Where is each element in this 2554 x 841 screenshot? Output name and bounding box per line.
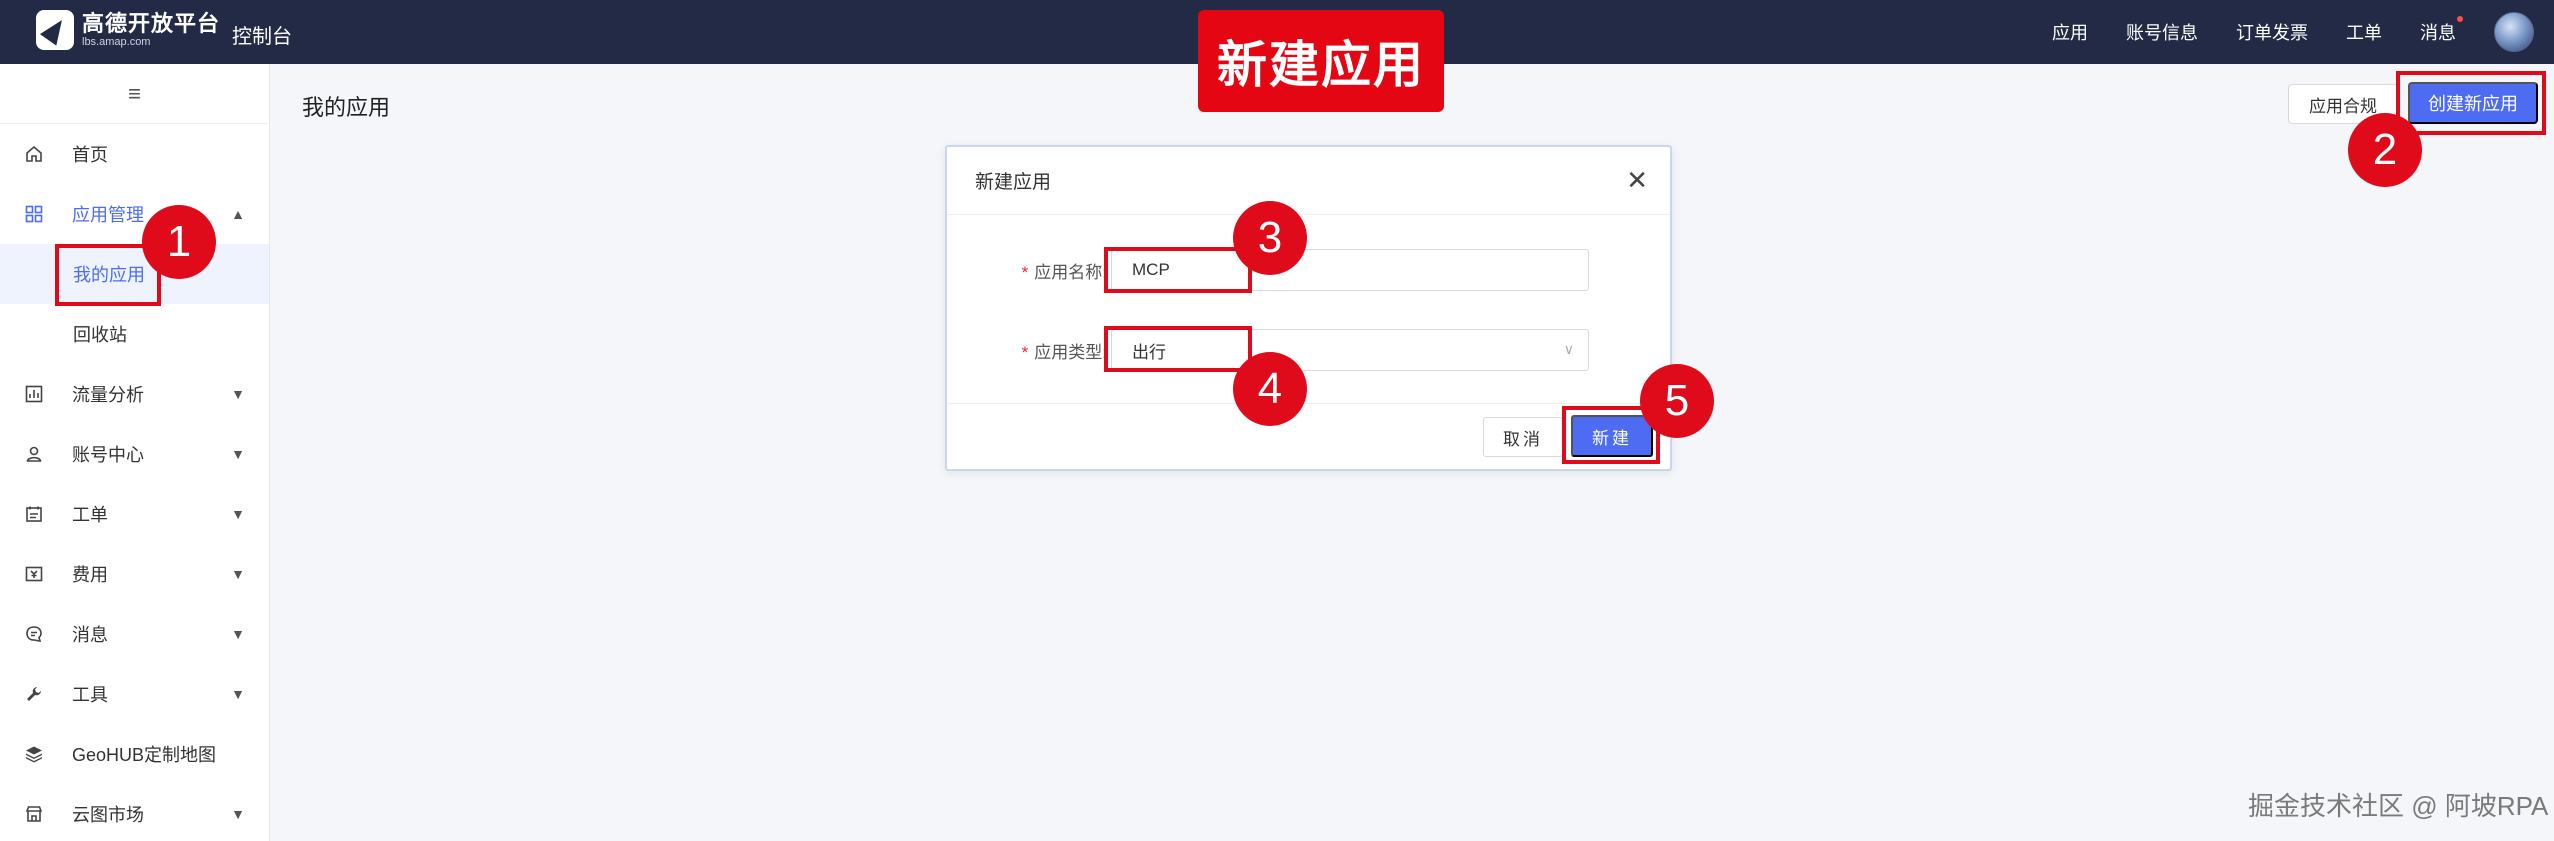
annotation-number-3: 3 — [1233, 201, 1307, 275]
sidebar-item-label: 工单 — [72, 505, 108, 525]
sidebar-item-label: GeoHUB定制地图 — [72, 745, 217, 765]
fee-icon — [24, 564, 44, 584]
sidebar-subitem-recycle-bin[interactable]: 回收站 — [0, 304, 269, 364]
chevron-down-icon: ▼ — [231, 506, 245, 522]
sidebar-item-label: 云图市场 — [72, 805, 144, 825]
annotation-number-4: 4 — [1233, 352, 1307, 426]
sidebar-item-geohub[interactable]: GeoHUB定制地图 — [0, 724, 269, 784]
menu-collapse-icon[interactable]: ≡ — [0, 64, 269, 124]
sidebar-item-app-management[interactable]: 应用管理 ▲ — [0, 184, 269, 244]
chevron-down-icon: ▼ — [231, 386, 245, 402]
avatar[interactable] — [2494, 12, 2534, 52]
sidebar-item-label: 应用管理 — [72, 205, 144, 225]
app-name-label: * 应用名称: — [947, 258, 1107, 283]
amap-logo[interactable]: 高德开放平台 lbs.amap.com — [36, 10, 220, 50]
dialog-header: 新建应用 ✕ — [947, 147, 1670, 215]
sidebar-item-label: 工具 — [72, 685, 108, 705]
sidebar-item-label: 费用 — [72, 565, 108, 585]
sidebar-item-label: 首页 — [72, 145, 108, 165]
annotation-number-5: 5 — [1640, 364, 1714, 438]
user-icon — [24, 444, 44, 464]
layers-icon — [24, 744, 44, 764]
app-type-label-text: 应用类型: — [1034, 342, 1107, 362]
ticket-icon — [24, 504, 44, 524]
cancel-button[interactable]: 取消 — [1483, 417, 1563, 457]
chevron-up-icon: ▲ — [231, 206, 245, 222]
annotation-box-4 — [1104, 326, 1252, 372]
chevron-down-icon: ▼ — [231, 686, 245, 702]
chevron-down-icon: ▼ — [231, 446, 245, 462]
console-link[interactable]: 控制台 — [232, 20, 292, 49]
annotation-box-3 — [1104, 247, 1252, 293]
chevron-down-icon: ▼ — [231, 626, 245, 642]
sidebar-item-tools[interactable]: 工具 ▼ — [0, 664, 269, 724]
nav-messages[interactable]: 消息 — [2420, 16, 2463, 45]
chart-icon — [24, 384, 44, 404]
required-mark: * — [1021, 342, 1029, 362]
nav-tickets[interactable]: 工单 — [2346, 19, 2382, 45]
required-mark: * — [1021, 262, 1029, 282]
app-type-label: * 应用类型: — [947, 338, 1107, 363]
wrench-icon — [24, 684, 44, 704]
chevron-down-icon: ▼ — [231, 806, 245, 822]
nav-invoices[interactable]: 订单发票 — [2236, 19, 2308, 45]
sidebar-item-label: 流量分析 — [72, 385, 144, 405]
nav-account-info[interactable]: 账号信息 — [2126, 19, 2198, 45]
apps-grid-icon — [24, 204, 44, 224]
chevron-down-icon: ▼ — [231, 566, 245, 582]
logo-icon — [36, 10, 74, 50]
annotation-number-1: 1 — [142, 205, 216, 279]
dialog-title: 新建应用 — [975, 172, 1052, 193]
sidebar-item-cloud-market[interactable]: 云图市场 ▼ — [0, 784, 269, 841]
home-icon — [24, 144, 44, 164]
chevron-down-icon: ∨ — [1563, 341, 1574, 357]
watermark: 掘金技术社区 @ 阿坡RPA — [2248, 791, 2549, 821]
app-name-label-text: 应用名称: — [1034, 262, 1107, 282]
logo-name: 高德开放平台 — [82, 11, 221, 36]
sidebar-item-home[interactable]: 首页 — [0, 124, 269, 184]
annotation-number-2: 2 — [2348, 113, 2422, 187]
sidebar-item-tickets[interactable]: 工单 ▼ — [0, 484, 269, 544]
sidebar-item-fees[interactable]: 费用 ▼ — [0, 544, 269, 604]
message-icon — [24, 624, 44, 644]
annotation-box-2 — [2396, 71, 2546, 135]
tutorial-banner: 新建应用 — [1198, 10, 1444, 112]
top-nav: 应用 账号信息 订单发票 工单 消息 — [2014, 0, 2534, 64]
sidebar-item-account-center[interactable]: 账号中心 ▼ — [0, 424, 269, 484]
store-icon — [24, 804, 44, 824]
page-title: 我的应用 — [302, 95, 391, 120]
sidebar-item-messages[interactable]: 消息 ▼ — [0, 604, 269, 664]
sidebar-item-label: 消息 — [72, 625, 108, 645]
logo-site: lbs.amap.com — [82, 36, 151, 48]
sidebar-item-traffic-analysis[interactable]: 流量分析 ▼ — [0, 364, 269, 424]
sidebar-item-label: 账号中心 — [72, 445, 144, 465]
nav-apps[interactable]: 应用 — [2052, 19, 2088, 45]
close-icon[interactable]: ✕ — [1626, 167, 1648, 193]
sidebar: ≡ 首页 应用管理 ▲ 我的应用 回收站 流量分析 ▼ 账号中心 ▼ 工单 ▼ — [0, 64, 270, 841]
